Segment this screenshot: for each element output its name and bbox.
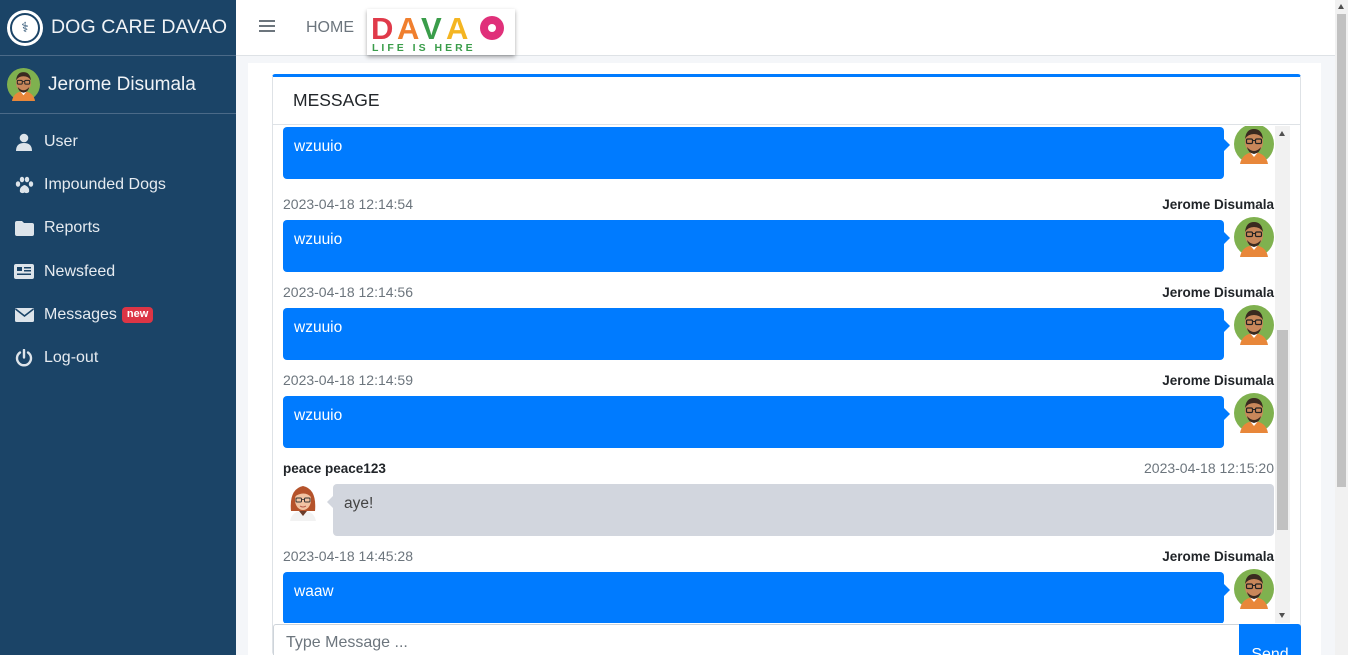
sender-name: Jerome Disumala — [1162, 284, 1274, 300]
message-bubble: waaw — [283, 572, 1230, 623]
brand-title: DOG CARE DAVAO — [51, 16, 228, 38]
sidebar-item-messages[interactable]: Messages new — [0, 293, 236, 336]
message-input[interactable] — [273, 624, 1240, 655]
user-icon — [14, 132, 34, 152]
message-bubble: aye! — [327, 484, 1274, 536]
sidebar-item-label: User — [44, 132, 78, 150]
chat-message: 2023-04-18 12:14:59 Jerome Disumala wzuu… — [283, 370, 1274, 448]
chat-message: wzuuio — [283, 126, 1274, 179]
sidebar-item-label: Log-out — [44, 349, 99, 367]
sender-avatar — [1234, 569, 1274, 609]
power-icon — [14, 348, 34, 368]
content-area: MESSAGE wzuuio 2023-04-18 12:14:54 Jerom… — [236, 63, 1335, 655]
svg-text:V: V — [421, 11, 442, 46]
chat-message: peace peace123 2023-04-18 12:15:20 aye! — [283, 458, 1274, 536]
sidebar-item-newsfeed[interactable]: Newsfeed — [0, 250, 236, 293]
hamburger-menu-icon[interactable] — [259, 17, 275, 37]
message-timestamp: 2023-04-18 12:14:54 — [283, 196, 413, 212]
sender-name: peace peace123 — [283, 460, 386, 476]
sidebar-item-label: Newsfeed — [44, 262, 116, 280]
svg-text:D: D — [371, 11, 393, 46]
card-title: MESSAGE — [273, 77, 1300, 125]
home-link[interactable]: HOME — [306, 19, 354, 37]
message-timestamp: 2023-04-18 12:14:56 — [283, 284, 413, 300]
sidebar-item-label: Messages — [44, 305, 117, 323]
message-card: MESSAGE wzuuio 2023-04-18 12:14:54 Jerom… — [272, 74, 1301, 655]
sender-name: Jerome Disumala — [1162, 548, 1274, 564]
sidebar-item-impounded-dogs[interactable]: Impounded Dogs — [0, 163, 236, 206]
sender-avatar — [1234, 305, 1274, 345]
message-timestamp: 2023-04-18 12:15:20 — [1144, 460, 1274, 476]
svg-text:A: A — [397, 11, 419, 46]
chat-message: 2023-04-18 12:14:56 Jerome Disumala wzuu… — [283, 282, 1274, 360]
page-scrollbar-thumb[interactable] — [1337, 14, 1346, 487]
svg-text:A: A — [446, 11, 468, 46]
sidebar-item-logout[interactable]: Log-out — [0, 336, 236, 379]
sidebar-item-reports[interactable]: Reports — [0, 207, 236, 250]
paw-icon — [14, 175, 34, 195]
sidebar-item-label: Impounded Dogs — [44, 175, 166, 193]
new-badge: new — [121, 306, 154, 323]
sender-avatar — [1234, 393, 1274, 433]
message-timestamp: 2023-04-18 14:45:28 — [283, 548, 413, 564]
folder-icon — [14, 218, 34, 238]
envelope-icon — [14, 305, 34, 325]
sidebar: ⚕ DOG CARE DAVAO Jerome Disumala User Im… — [0, 0, 236, 655]
chat-scrollbar[interactable] — [1275, 126, 1290, 623]
sidebar-item-label: Reports — [44, 219, 101, 237]
user-name: Jerome Disumala — [48, 73, 196, 95]
scroll-down-icon[interactable] — [1279, 613, 1285, 618]
chat-message: 2023-04-18 12:14:54 Jerome Disumala wzuu… — [283, 194, 1274, 272]
message-bubble: wzuuio — [283, 308, 1230, 360]
sender-name: Jerome Disumala — [1162, 372, 1274, 388]
content-panel: MESSAGE wzuuio 2023-04-18 12:14:54 Jerom… — [248, 63, 1321, 655]
message-timestamp: 2023-04-18 12:14:59 — [283, 372, 413, 388]
sender-avatar — [283, 481, 323, 521]
message-composer: Send — [273, 624, 1302, 655]
page-scrollbar[interactable] — [1335, 0, 1348, 655]
brand-link[interactable]: ⚕ DOG CARE DAVAO — [0, 0, 236, 56]
scrollbar-thumb[interactable] — [1277, 330, 1288, 530]
sidebar-nav: User Impounded Dogs Reports Newsfeed Mes… — [0, 120, 236, 380]
sender-name: Jerome Disumala — [1162, 196, 1274, 212]
chat-messages[interactable]: wzuuio 2023-04-18 12:14:54 Jerome Disuma… — [273, 126, 1300, 623]
topbar: HOME D A V A LIFE IS HERE — [236, 0, 1335, 56]
chat-message: 2023-04-18 14:45:28 Jerome Disumala waaw — [283, 546, 1274, 623]
user-panel[interactable]: Jerome Disumala — [0, 56, 236, 114]
newspaper-icon — [14, 262, 34, 282]
send-button[interactable]: Send — [1239, 624, 1301, 655]
message-bubble: wzuuio — [283, 396, 1230, 448]
user-avatar — [7, 68, 40, 101]
brand-logo-icon: ⚕ — [7, 9, 43, 46]
scroll-up-icon[interactable] — [1279, 131, 1285, 136]
sender-avatar — [1234, 217, 1274, 257]
svg-text:LIFE IS HERE: LIFE IS HERE — [372, 42, 476, 54]
sender-avatar — [1234, 126, 1274, 164]
message-bubble: wzuuio — [283, 220, 1230, 272]
davao-logo: D A V A LIFE IS HERE — [367, 9, 515, 55]
sidebar-item-user[interactable]: User — [0, 120, 236, 163]
message-bubble: wzuuio — [283, 127, 1230, 179]
page-scroll-up-icon[interactable] — [1338, 4, 1344, 9]
